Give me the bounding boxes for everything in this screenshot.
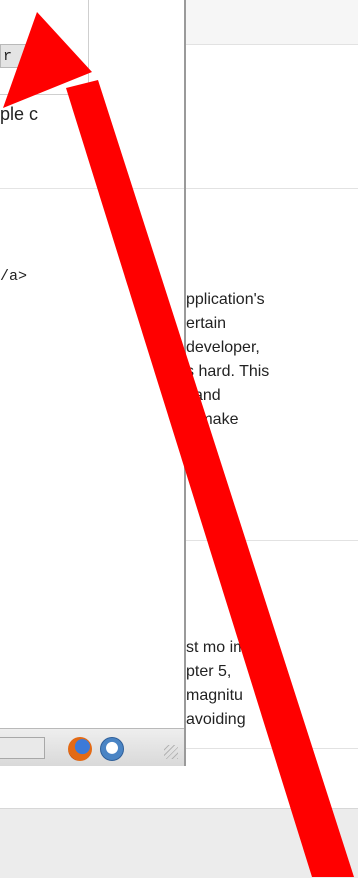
section-divider	[186, 748, 358, 749]
popup-code-text: /a>	[0, 268, 28, 285]
popup-text: ple c	[0, 104, 39, 124]
text-line: pter 5,	[186, 663, 232, 680]
popup-window[interactable]: r ple c /a>	[0, 0, 186, 766]
section-divider	[186, 188, 358, 189]
text-line: ertain	[186, 315, 227, 332]
text-line: u make	[186, 411, 239, 428]
text-line: s hard. This	[186, 363, 270, 380]
resize-grip-icon[interactable]	[164, 745, 178, 759]
page-footer	[0, 808, 358, 878]
text-line: j and	[186, 387, 221, 404]
firefox-icon[interactable]	[68, 737, 92, 761]
section-divider	[186, 44, 358, 45]
toolbar-app-icon[interactable]	[100, 737, 124, 761]
status-bar	[0, 728, 184, 766]
status-field	[0, 737, 45, 759]
text-line: developer,	[186, 339, 260, 356]
popup-divider	[0, 188, 184, 189]
article-paragraph: pplication's ertain developer, s hard. T…	[186, 288, 269, 432]
code-chip: r	[0, 44, 64, 68]
text-line: pplication's	[186, 291, 265, 308]
article-paragraph: st mo ime pter 5, magnitu avoiding	[186, 636, 255, 732]
text-line: avoiding	[186, 711, 246, 728]
text-line: magnitu	[186, 687, 243, 704]
text-line: st mo ime	[186, 639, 256, 656]
section-divider	[186, 540, 358, 541]
